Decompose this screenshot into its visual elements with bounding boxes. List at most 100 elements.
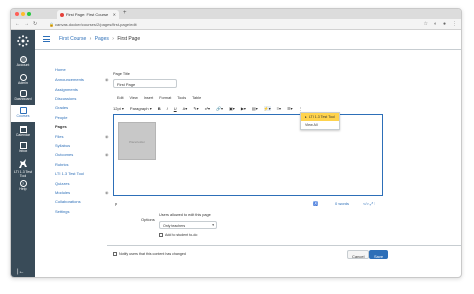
course-nav-files[interactable]: Files ◉ xyxy=(55,134,109,139)
course-nav-discussions[interactable]: Discussions xyxy=(55,96,76,101)
global-nav-label: Help xyxy=(19,187,27,191)
star-icon[interactable]: ☆ xyxy=(423,21,427,27)
course-nav-collaborations[interactable]: Collaborations xyxy=(55,199,81,204)
underline-icon[interactable]: U xyxy=(174,106,177,111)
breadcrumb-course[interactable]: First Course xyxy=(59,36,86,42)
checkbox-box[interactable] xyxy=(113,252,117,257)
text-color-icon[interactable]: A▾ xyxy=(183,106,188,111)
course-nav-settings[interactable]: Settings xyxy=(55,209,69,214)
global-nav-label: Inbox xyxy=(18,149,28,153)
image-icon[interactable]: ▣▾ xyxy=(229,106,235,111)
global-nav-lti-tool[interactable]: LTI 1.3 Test Tool xyxy=(11,158,35,178)
rich-content-editor[interactable]: Placeholder xyxy=(113,114,383,196)
reload-icon[interactable]: ↻ xyxy=(33,21,37,27)
unicorn-icon: ▸ xyxy=(305,115,307,119)
menu-tools[interactable]: Tools xyxy=(177,96,186,100)
course-nav-pages[interactable]: Pages xyxy=(55,124,67,129)
maximize-window-button[interactable] xyxy=(27,12,31,16)
menu-table[interactable]: Table xyxy=(192,96,201,100)
highlight-color-icon[interactable]: ✎▾ xyxy=(193,106,198,111)
checkbox-box[interactable] xyxy=(159,233,163,238)
placeholder-image[interactable]: Placeholder xyxy=(118,122,156,160)
course-nav-rubrics[interactable]: Rubrics xyxy=(55,162,69,167)
extensions-icon[interactable]: ◐ xyxy=(434,21,437,27)
cancel-button[interactable]: Cancel xyxy=(347,250,370,259)
bold-icon[interactable]: B xyxy=(158,106,161,111)
global-nav-inbox[interactable]: Inbox xyxy=(11,142,35,153)
align-icon[interactable]: ≡▾ xyxy=(277,106,281,111)
apps-plug-icon[interactable]: ⚡▾ xyxy=(263,105,271,111)
course-nav-syllabus[interactable]: Syllabus xyxy=(55,143,70,148)
course-nav-label: Files xyxy=(55,134,64,139)
collapse-nav-icon[interactable]: |← xyxy=(17,269,25,275)
accessibility-icon[interactable]: ♿ xyxy=(313,201,318,206)
global-nav-calendar[interactable]: Calendar xyxy=(11,126,35,137)
notify-users-checkbox[interactable]: Notify users that this content has chang… xyxy=(113,252,186,257)
global-nav-admin[interactable]: Admin xyxy=(11,74,35,85)
menu-edit[interactable]: Edit xyxy=(117,96,124,100)
italic-icon[interactable]: I xyxy=(167,106,168,111)
list-icon[interactable]: ☰▾ xyxy=(287,106,293,111)
save-button[interactable]: Save xyxy=(369,250,389,259)
document-icon[interactable]: ▤▾ xyxy=(252,106,258,111)
superscript-icon[interactable]: x²▾ xyxy=(205,106,210,111)
editor-statusbar: p ♿ 0 words </> ⤢ ⋮ xyxy=(113,200,383,208)
browser-tab[interactable]: First Page: First Course ✕ xyxy=(57,10,119,19)
word-count[interactable]: 0 words xyxy=(335,201,349,206)
help-icon: ? xyxy=(19,180,27,187)
more-options-icon[interactable]: ⋮ xyxy=(299,106,303,111)
global-nav-help[interactable]: ? Help xyxy=(11,180,35,191)
menu-insert[interactable]: Insert xyxy=(144,96,154,100)
page-title-label: Page Title xyxy=(113,72,130,76)
canvas-logo-icon[interactable] xyxy=(17,35,29,47)
course-nav-lti-tool[interactable]: LTI 1.3 Test Tool xyxy=(55,171,84,176)
course-nav-assignments[interactable]: Assignments xyxy=(55,87,78,92)
calendar-icon xyxy=(19,126,27,133)
element-path[interactable]: p xyxy=(115,201,117,206)
page-edit-form: Page Title First Page Edit View Insert F… xyxy=(107,50,461,277)
global-nav-dashboard[interactable]: Dashboard xyxy=(11,90,35,101)
course-nav-modules[interactable]: Modules ◉ xyxy=(55,190,109,195)
forward-icon[interactable]: → xyxy=(24,21,29,27)
url-field[interactable]: 🔒 canvas.docker/courses/2/pages/first-pa… xyxy=(49,21,349,28)
page-title-input[interactable]: First Page xyxy=(113,79,177,88)
tab-bar: First Page: First Course ✕ + xyxy=(11,9,461,19)
admin-shield-icon xyxy=(19,74,27,81)
breadcrumb-pages[interactable]: Pages xyxy=(95,36,109,42)
lock-icon: 🔒 xyxy=(49,22,54,27)
profile-icon[interactable]: ● xyxy=(443,21,446,27)
inbox-icon xyxy=(19,142,27,149)
hamburger-menu-icon[interactable] xyxy=(43,36,50,44)
menu-view[interactable]: View xyxy=(130,96,138,100)
font-size-value: 12pt xyxy=(113,105,121,111)
course-nav-quizzes[interactable]: Quizzes xyxy=(55,181,69,186)
menu-icon[interactable]: ⋮ xyxy=(452,21,457,27)
global-nav-courses[interactable]: Courses xyxy=(11,105,35,122)
course-nav-home[interactable]: Home xyxy=(55,67,66,72)
dropdown-item-view-all[interactable]: View All xyxy=(301,121,339,129)
course-nav-outcomes[interactable]: Outcomes ◉ xyxy=(55,152,109,157)
course-nav-people[interactable]: People xyxy=(55,115,67,120)
course-nav-announcements[interactable]: Announcements ◉ xyxy=(55,77,109,82)
address-bar-row: ← → ↻ 🔒 canvas.docker/courses/2/pages/fi… xyxy=(11,19,461,30)
global-nav: Account Admin Dashboard Courses Calendar… xyxy=(11,30,35,277)
html-view-icon[interactable]: </> ⤢ ⋮ xyxy=(363,201,375,206)
dropdown-item-lti-tool[interactable]: ▸ LTI 1.3 Test Tool xyxy=(301,113,339,121)
new-tab-icon[interactable]: + xyxy=(123,10,127,16)
font-size-select[interactable]: 12pt ▾ xyxy=(113,106,124,111)
edit-permission-select[interactable]: Only teachers ▾ xyxy=(159,221,217,229)
block-format-select[interactable]: Paragraph ▾ xyxy=(130,106,152,111)
student-todo-checkbox[interactable]: Add to student to-do xyxy=(159,233,197,238)
course-nav-grades[interactable]: Grades xyxy=(55,105,68,110)
minimize-window-button[interactable] xyxy=(21,12,25,16)
tab-title: First Page: First Course xyxy=(66,12,109,17)
course-nav: Home Announcements ◉ Assignments Discussi… xyxy=(35,50,109,277)
url-text: canvas.docker/courses/2/pages/first-page… xyxy=(55,22,137,27)
back-icon[interactable]: ← xyxy=(15,21,20,27)
close-window-button[interactable] xyxy=(15,12,19,16)
global-nav-account[interactable]: Account xyxy=(11,56,35,67)
menu-format[interactable]: Format xyxy=(159,96,171,100)
close-tab-icon[interactable]: ✕ xyxy=(113,12,116,17)
link-icon[interactable]: 🔗▾ xyxy=(216,106,223,111)
media-icon[interactable]: ▶▾ xyxy=(241,106,246,111)
